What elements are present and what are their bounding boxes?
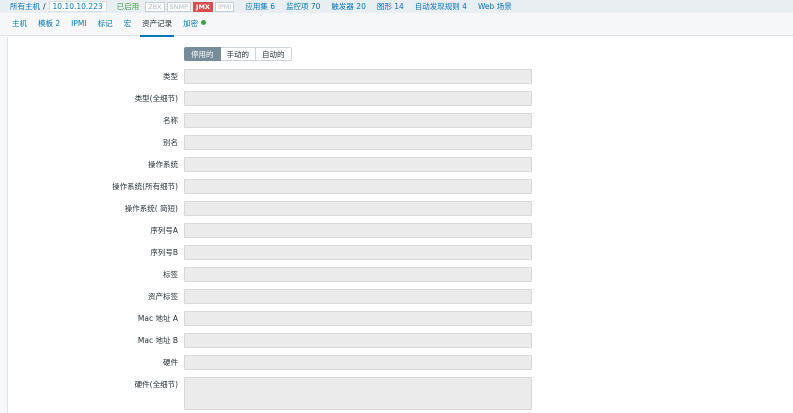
field-input-mac-b[interactable]	[184, 333, 532, 348]
field-row-mac-b: Mac 地址 B	[8, 333, 793, 348]
field-input-asset-tag[interactable]	[184, 289, 532, 304]
encryption-status-dot-icon	[201, 20, 207, 25]
inventory-mode-disabled-button[interactable]: 停用的	[184, 47, 221, 61]
breadcrumb-host[interactable]: 10.10.10.223	[48, 1, 107, 12]
tab-macros[interactable]: 宏	[124, 13, 132, 36]
field-input-hardware[interactable]	[184, 355, 532, 370]
field-row-os: 操作系统	[8, 157, 793, 172]
field-label: Mac 地址 B	[137, 336, 178, 345]
field-input-serial-b[interactable]	[184, 245, 532, 260]
field-label: 名称	[163, 116, 178, 125]
interface-badge-ipmi: IPMI	[214, 1, 235, 12]
tab-inventory[interactable]: 资产记录	[140, 13, 175, 37]
nav-applications[interactable]: 应用集 6	[245, 1, 275, 12]
field-row-hardware-full: 硬件(全细节)	[8, 377, 793, 410]
field-label: 类型(全细节)	[134, 94, 178, 103]
field-row-hardware: 硬件	[8, 355, 793, 370]
field-input-hardware-full[interactable]	[184, 377, 532, 410]
field-input-tag[interactable]	[184, 267, 532, 282]
field-row-os-full: 操作系统(所有细节)	[8, 179, 793, 194]
tab-templates[interactable]: 模板 2	[38, 13, 60, 36]
field-label: 操作系统( 简短)	[124, 204, 178, 213]
field-row-alias: 别名	[8, 135, 793, 150]
field-label: 类型	[163, 72, 178, 81]
field-input-alias[interactable]	[184, 135, 532, 150]
nav-items[interactable]: 监控项 70	[286, 1, 320, 12]
field-label: Mac 地址 A	[137, 314, 178, 323]
interface-badge-jmx: JMX	[193, 1, 213, 12]
host-status-enabled[interactable]: 已启用	[117, 1, 140, 12]
field-input-name[interactable]	[184, 113, 532, 128]
field-input-mac-a[interactable]	[184, 311, 532, 326]
inventory-mode-manual-button[interactable]: 手动的	[220, 47, 256, 61]
field-row-name: 名称	[8, 113, 793, 128]
field-label: 硬件	[163, 358, 178, 367]
field-row-mac-a: Mac 地址 A	[8, 311, 793, 326]
host-tabs: 主机 模板 2 IPMI 标记 宏 资产记录 加密	[0, 13, 793, 37]
field-row-os-short: 操作系统( 简短)	[8, 201, 793, 216]
breadcrumb-separator: /	[43, 2, 46, 11]
field-row-type: 类型	[8, 69, 793, 84]
field-input-os-short[interactable]	[184, 201, 532, 216]
field-input-os[interactable]	[184, 157, 532, 172]
inventory-form: 停用的 手动的 自动的 类型 类型(全细节) 名称 别名 操作系统 操作系统(所…	[7, 37, 793, 413]
tab-encryption[interactable]: 加密	[183, 13, 207, 36]
field-label: 操作系统	[148, 160, 178, 169]
field-input-os-full[interactable]	[184, 179, 532, 194]
interface-badge-zbx: ZBX	[145, 1, 165, 12]
field-row-asset-tag: 资产标签	[8, 289, 793, 304]
field-label: 标签	[163, 270, 178, 279]
breadcrumb-all-hosts[interactable]: 所有主机	[10, 1, 40, 12]
field-row-tag: 标签	[8, 267, 793, 282]
field-label: 序列号A	[150, 226, 178, 235]
field-label: 别名	[163, 138, 178, 147]
nav-discovery-rules[interactable]: 自动发现规则 4	[415, 1, 467, 12]
tab-tags[interactable]: 标记	[98, 13, 113, 36]
tab-ipmi[interactable]: IPMI	[71, 13, 86, 36]
tab-encryption-label: 加密	[183, 18, 199, 28]
field-label: 操作系统(所有细节)	[112, 182, 178, 191]
inventory-mode-switch: 停用的 手动的 自动的	[184, 47, 292, 61]
field-input-serial-a[interactable]	[184, 223, 532, 238]
field-label: 序列号B	[150, 248, 178, 257]
nav-web-scenarios[interactable]: Web 场景	[478, 1, 512, 12]
field-label: 资产标签	[148, 292, 178, 301]
field-row-serial-b: 序列号B	[8, 245, 793, 260]
nav-graphs[interactable]: 图形 14	[377, 1, 404, 12]
tab-host[interactable]: 主机	[12, 13, 27, 36]
field-row-type-full: 类型(全细节)	[8, 91, 793, 106]
interface-badge-snmp: SNMP	[166, 1, 192, 12]
field-row-serial-a: 序列号A	[8, 223, 793, 238]
field-input-type-full[interactable]	[184, 91, 532, 106]
nav-triggers[interactable]: 触发器 20	[331, 1, 365, 12]
inventory-mode-automatic-button[interactable]: 自动的	[256, 47, 292, 61]
field-label: 硬件(全细节)	[134, 380, 178, 389]
field-input-type[interactable]	[184, 69, 532, 84]
breadcrumb: 所有主机 / 10.10.10.223 已启用 ZBX SNMP JMX IPM…	[0, 0, 793, 13]
